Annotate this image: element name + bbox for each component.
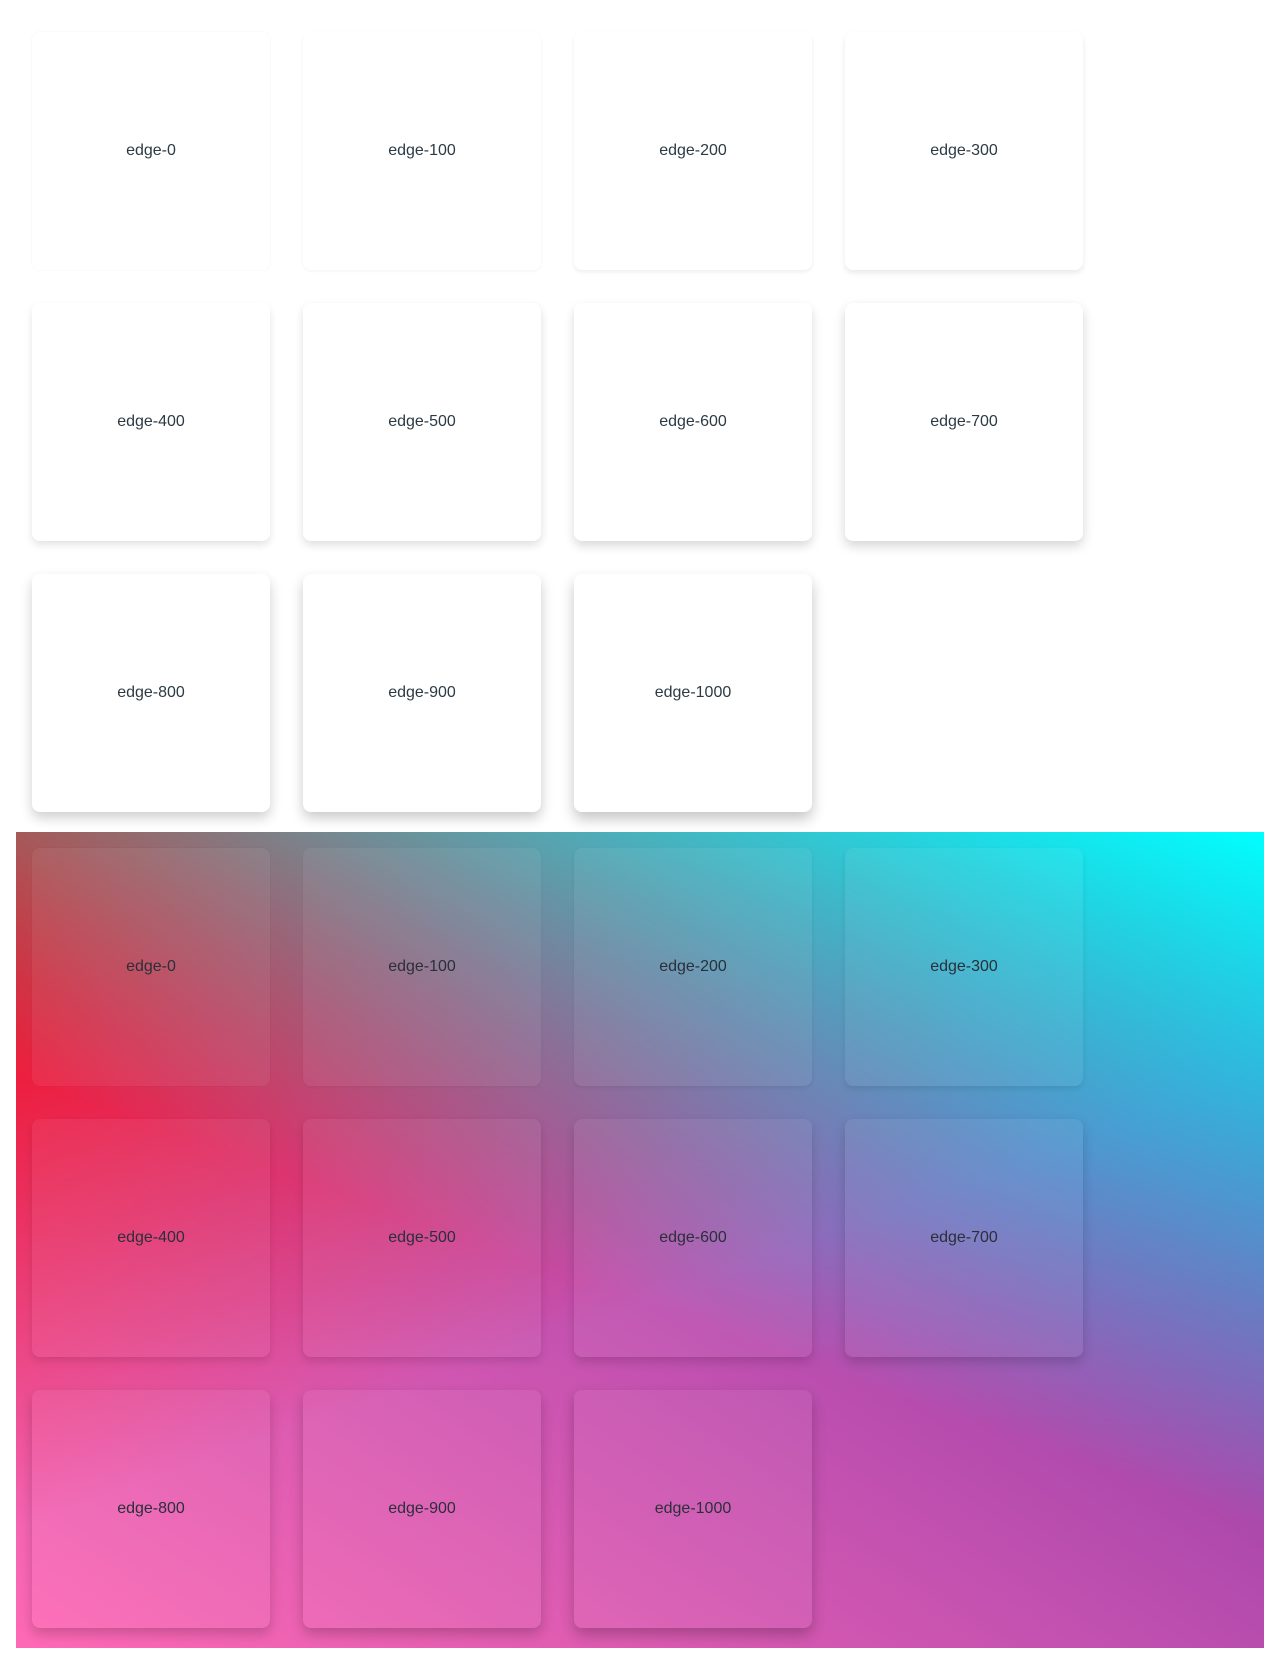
card-edge-300: edge-300 <box>845 848 1083 1086</box>
card-label: edge-1000 <box>654 684 732 701</box>
card-edge-200: edge-200 <box>574 32 812 270</box>
card-label: edge-600 <box>659 1229 727 1246</box>
card-label: edge-200 <box>659 958 727 975</box>
card-edge-300: edge-300 <box>845 32 1083 270</box>
card-edge-700: edge-700 <box>845 1119 1083 1357</box>
card-label: edge-100 <box>388 142 456 159</box>
card-edge-900: edge-900 <box>303 574 541 812</box>
card-label: edge-400 <box>117 413 185 430</box>
card-label: edge-900 <box>388 684 456 701</box>
card-edge-100: edge-100 <box>303 848 541 1086</box>
card-edge-400: edge-400 <box>32 1119 270 1357</box>
card-label: edge-400 <box>117 1229 185 1246</box>
card-edge-200: edge-200 <box>574 848 812 1086</box>
card-label: edge-1000 <box>654 1500 732 1517</box>
card-label: edge-600 <box>659 413 727 430</box>
card-label: edge-300 <box>930 958 998 975</box>
card-edge-500: edge-500 <box>303 303 541 541</box>
card-edge-400: edge-400 <box>32 303 270 541</box>
card-label: edge-800 <box>117 1500 185 1517</box>
card-label: edge-300 <box>930 142 998 159</box>
light-card-grid: edge-0 edge-100 edge-200 edge-300 edge-4… <box>0 0 1280 832</box>
gradient-card-grid: edge-0 edge-100 edge-200 edge-300 edge-4… <box>16 832 1264 1648</box>
card-edge-700: edge-700 <box>845 303 1083 541</box>
card-edge-0: edge-0 <box>32 32 270 270</box>
card-edge-1000: edge-1000 <box>574 1390 812 1628</box>
card-label: edge-200 <box>659 142 727 159</box>
card-edge-1000: edge-1000 <box>574 574 812 812</box>
card-edge-800: edge-800 <box>32 574 270 812</box>
card-label: edge-700 <box>930 413 998 430</box>
card-label: edge-0 <box>126 958 176 975</box>
card-edge-500: edge-500 <box>303 1119 541 1357</box>
card-edge-900: edge-900 <box>303 1390 541 1628</box>
card-label: edge-0 <box>126 142 176 159</box>
card-label: edge-500 <box>388 413 456 430</box>
card-label: edge-800 <box>117 684 185 701</box>
card-edge-0: edge-0 <box>32 848 270 1086</box>
card-label: edge-700 <box>930 1229 998 1246</box>
card-label: edge-500 <box>388 1229 456 1246</box>
card-edge-600: edge-600 <box>574 1119 812 1357</box>
card-edge-600: edge-600 <box>574 303 812 541</box>
card-label: edge-100 <box>388 958 456 975</box>
card-edge-800: edge-800 <box>32 1390 270 1628</box>
card-label: edge-900 <box>388 1500 456 1517</box>
card-edge-100: edge-100 <box>303 32 541 270</box>
